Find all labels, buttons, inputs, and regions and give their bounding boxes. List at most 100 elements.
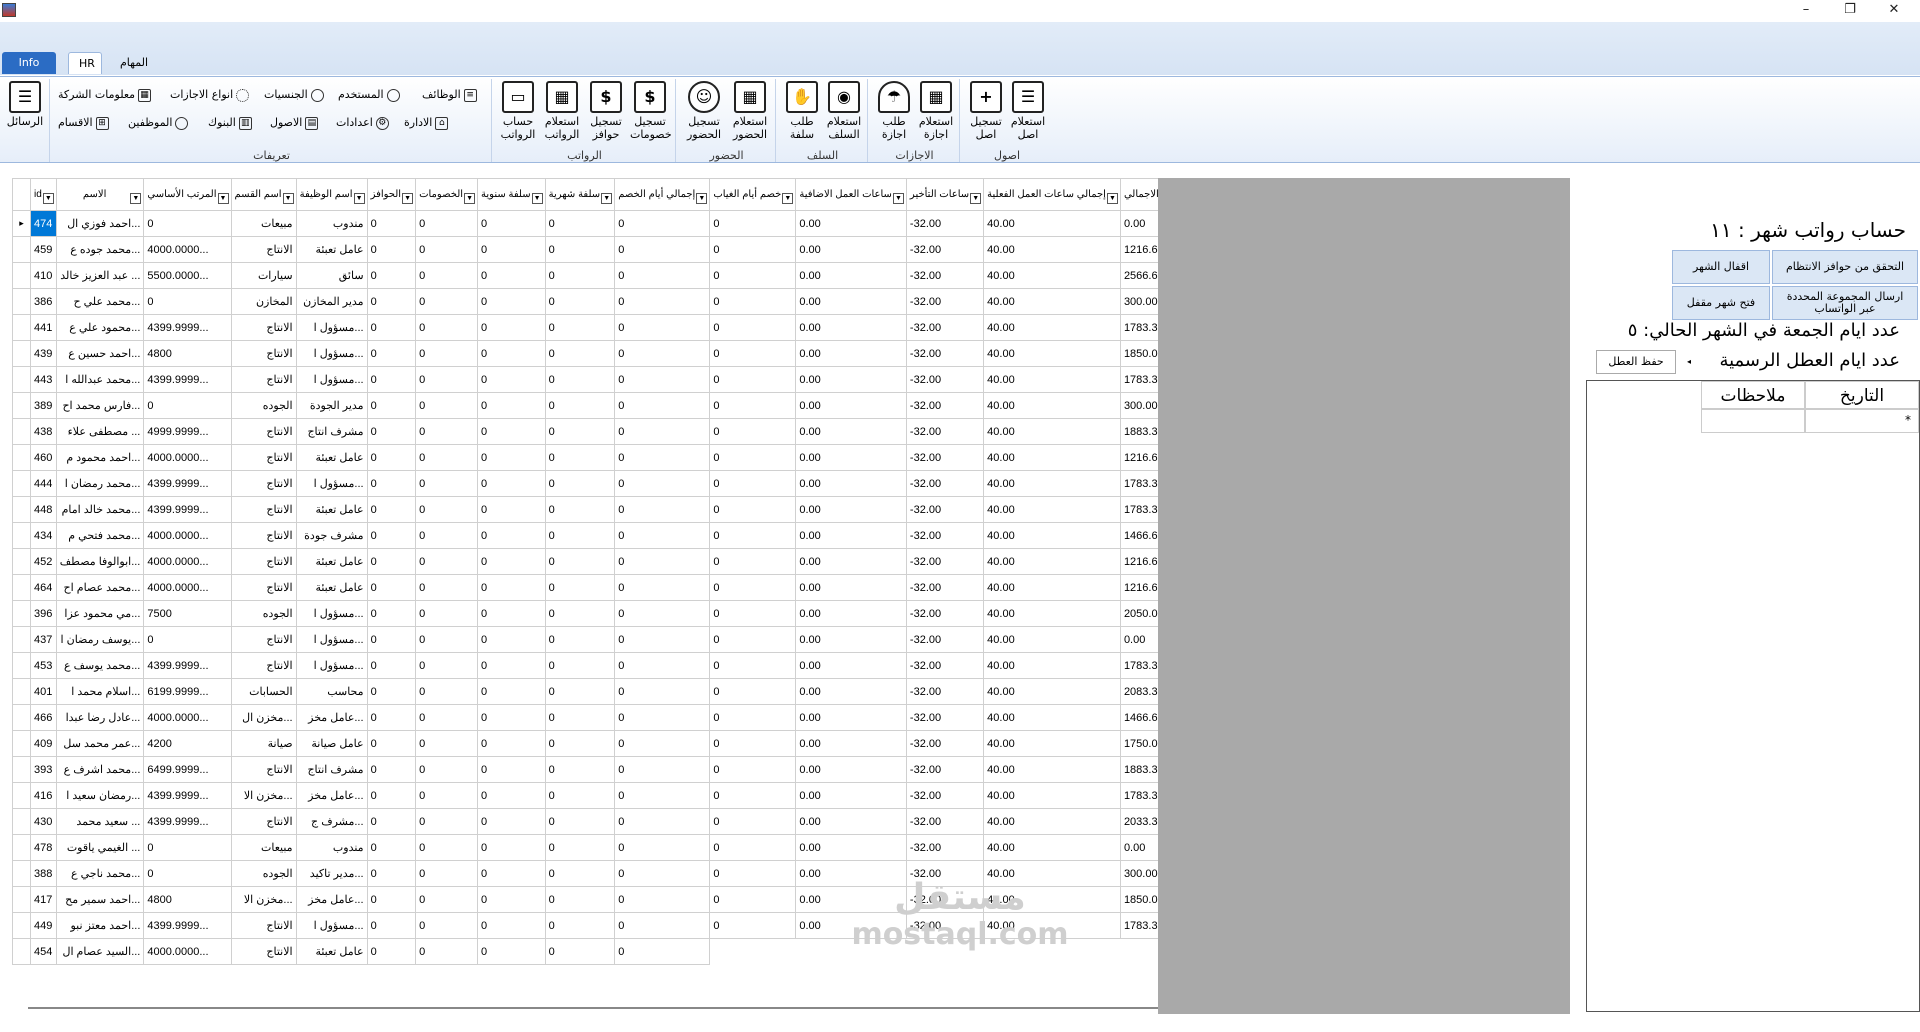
table-cell[interactable]: 0	[415, 392, 479, 419]
filter-dropdown-icon[interactable]: ▼	[130, 193, 142, 204]
tab-tasks[interactable]: المهام	[110, 52, 158, 74]
row-header[interactable]	[12, 834, 31, 861]
table-cell[interactable]: 0	[477, 444, 546, 471]
table-cell[interactable]: -32.00	[905, 314, 985, 341]
table-cell[interactable]: 0	[709, 782, 797, 809]
table-cell[interactable]: 40.00	[983, 652, 1121, 679]
table-cell[interactable]: 0	[614, 288, 711, 315]
column-header[interactable]: خصم أيام الغياب ▼	[709, 178, 797, 211]
table-cell[interactable]: 0.00	[795, 756, 907, 783]
row-header[interactable]	[12, 262, 31, 289]
table-cell[interactable]: 0	[477, 366, 546, 393]
table-cell[interactable]: 0	[614, 236, 711, 263]
table-cell[interactable]: 393	[30, 756, 57, 783]
table-cell[interactable]: 0	[366, 418, 417, 445]
table-cell[interactable]: 0	[477, 652, 546, 679]
table-cell[interactable]: 0	[366, 912, 417, 939]
table-cell[interactable]: 0	[366, 548, 417, 575]
row-header[interactable]	[12, 678, 31, 705]
table-cell[interactable]: 0	[709, 418, 797, 445]
filter-dropdown-icon[interactable]: ▼	[892, 193, 904, 204]
table-cell[interactable]: 0	[614, 704, 711, 731]
messages-button[interactable]: ☰ الرسائل	[5, 81, 45, 128]
record-attendance-button[interactable]: ☺ تسجيل الحضور	[684, 81, 724, 141]
table-row[interactable]: 437 ...يوسف رمضان ا 0 الانتاج ...مسؤول ا0000…	[12, 626, 1174, 653]
table-cell[interactable]: 0.00	[795, 704, 907, 731]
table-cell[interactable]: 0.00	[795, 782, 907, 809]
table-cell[interactable]: 0	[366, 496, 417, 523]
table-cell[interactable]: 0	[477, 756, 546, 783]
calculate-salaries-button[interactable]: ▭ حساب الرواتب	[498, 81, 538, 141]
table-cell[interactable]: -32.00	[905, 392, 985, 419]
row-header[interactable]	[12, 548, 31, 575]
filter-dropdown-icon[interactable]: ▼	[402, 193, 414, 204]
table-cell[interactable]: 0	[544, 704, 616, 731]
table-cell[interactable]: 0	[366, 314, 417, 341]
table-cell[interactable]: الانتاج	[230, 548, 297, 575]
table-cell[interactable]: 4000.0000...	[143, 236, 232, 263]
table-cell[interactable]: 0	[614, 496, 711, 523]
table-cell[interactable]: 40.00	[983, 522, 1121, 549]
new-row-notes-cell[interactable]	[1701, 409, 1805, 433]
table-cell[interactable]: 0	[477, 834, 546, 861]
table-cell[interactable]: 0	[415, 418, 479, 445]
table-cell[interactable]: المخازن	[230, 288, 297, 315]
column-header[interactable]: ساعات العمل الاضافية ▼	[795, 178, 907, 211]
table-row[interactable]: 396 ...مي محمود عزا 7500 الجوده ...مسؤول ا00…	[12, 600, 1174, 627]
row-header[interactable]	[12, 314, 31, 341]
table-cell[interactable]: 4000.0000...	[143, 522, 232, 549]
table-cell[interactable]: 0	[477, 392, 546, 419]
table-cell[interactable]: 0	[614, 444, 711, 471]
table-cell[interactable]: 40.00	[983, 574, 1121, 601]
table-cell[interactable]: 0	[415, 548, 479, 575]
tab-info[interactable]: Info	[2, 52, 56, 74]
table-cell[interactable]: 0	[709, 600, 797, 627]
table-cell[interactable]: 4399.9999...	[143, 366, 232, 393]
table-cell[interactable]: 0	[544, 626, 616, 653]
table-cell[interactable]: الجوده	[230, 860, 297, 887]
table-cell[interactable]: 0	[614, 756, 711, 783]
table-cell[interactable]: 0	[366, 470, 417, 497]
table-cell[interactable]: 0.00	[795, 288, 907, 315]
table-cell[interactable]: -32.00	[905, 808, 985, 835]
table-cell[interactable]: 0.00	[795, 574, 907, 601]
table-cell[interactable]: 0	[614, 392, 711, 419]
table-cell[interactable]: الانتاج	[230, 470, 297, 497]
table-cell[interactable]: 0	[709, 548, 797, 575]
table-cell[interactable]: عامل تعبئة	[295, 548, 368, 575]
column-header[interactable]: المرتب الأساسي ▼	[143, 178, 232, 211]
table-cell[interactable]: 0	[614, 522, 711, 549]
table-cell[interactable]: 0	[477, 470, 546, 497]
table-cell[interactable]: ...مسؤول ا	[295, 314, 368, 341]
table-cell[interactable]: 4399.9999...	[143, 470, 232, 497]
table-cell[interactable]: -32.00	[905, 288, 985, 315]
table-cell[interactable]: 0	[415, 210, 479, 237]
table-cell[interactable]: ...محمد جوده ع	[55, 236, 145, 263]
table-cell[interactable]: 386	[30, 288, 57, 315]
table-cell[interactable]: مندوب	[295, 834, 368, 861]
row-header[interactable]	[12, 938, 31, 965]
table-cell[interactable]: 0	[366, 678, 417, 705]
row-header[interactable]	[12, 574, 31, 601]
table-cell[interactable]: 40.00	[983, 808, 1121, 835]
table-cell[interactable]	[710, 939, 796, 965]
table-cell[interactable]: 0	[143, 626, 232, 653]
table-row[interactable]: 439 ...احمد حسين ع 4800 الانتاج ...مسؤول ا00…	[12, 340, 1174, 367]
table-cell[interactable]: 0	[709, 288, 797, 315]
table-cell[interactable]: الانتاج	[230, 574, 297, 601]
table-row[interactable]: 393 ...محمد اشرف ع 6499.9999... الانتاج مشرف…	[12, 756, 1174, 783]
table-cell[interactable]: 0	[143, 210, 232, 237]
table-cell[interactable]: 40.00	[983, 340, 1121, 367]
column-header[interactable]: الخصومات ▼	[415, 178, 479, 211]
row-header[interactable]	[12, 860, 31, 887]
table-cell[interactable]: 0	[709, 392, 797, 419]
table-cell[interactable]: 4000.0000...	[143, 548, 232, 575]
vacation-types-button[interactable]: انواع الاجازات	[170, 85, 250, 105]
advances-inquiry-button[interactable]: ◉ استعلام السلف	[824, 81, 864, 141]
table-row[interactable]: 410... عبد العزيز خالد 5500.0000... سيارات…	[12, 262, 1174, 289]
asset-inquiry-button[interactable]: ☰ استعلام اصل	[1008, 81, 1048, 141]
table-cell[interactable]: ...مخزن الا	[230, 886, 297, 913]
table-cell[interactable]: 0	[366, 756, 417, 783]
departments-button[interactable]: ⊞ الاقسام	[58, 113, 109, 133]
request-advance-button[interactable]: ✋ طلب سلفة	[782, 81, 822, 141]
